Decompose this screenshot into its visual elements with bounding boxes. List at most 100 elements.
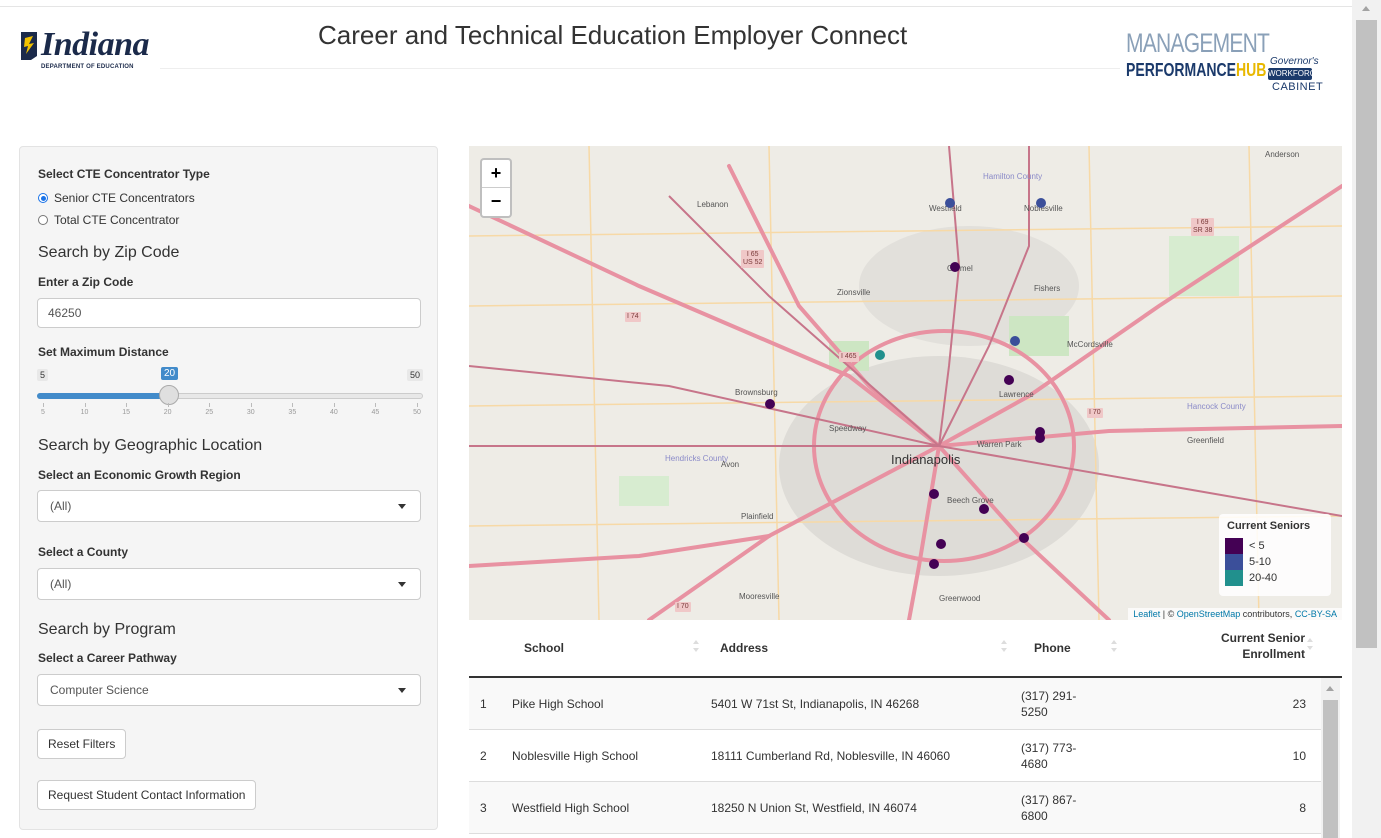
logo-performance-text: PERFORMANCEHUB bbox=[1126, 60, 1266, 81]
sort-icon[interactable] bbox=[1111, 640, 1117, 654]
table-row[interactable]: 3 Westfield High School 18250 N Union St… bbox=[469, 782, 1321, 834]
indiana-doe-logo: Indiana DEPARTMENT OF EDUCATION bbox=[15, 26, 155, 74]
legend-label: < 5 bbox=[1249, 540, 1265, 552]
region-select[interactable]: (All) bbox=[37, 490, 421, 522]
school-marker[interactable] bbox=[1035, 433, 1045, 443]
slider-tick-label: 50 bbox=[413, 409, 421, 416]
legend-item: < 5 bbox=[1225, 538, 1265, 554]
map-zoom-control: + − bbox=[480, 158, 512, 218]
slider-tick bbox=[167, 403, 169, 407]
phone-line2: 5250 bbox=[1021, 705, 1048, 719]
school-marker[interactable] bbox=[950, 262, 960, 272]
school-address: 18250 N Union St, Westfield, IN 46074 bbox=[711, 801, 917, 815]
logo-name: Indiana bbox=[41, 26, 150, 63]
zoom-out-button[interactable]: − bbox=[482, 188, 510, 215]
zip-label: Enter a Zip Code bbox=[38, 275, 134, 289]
slider-handle[interactable] bbox=[159, 385, 179, 405]
title-divider bbox=[160, 68, 1120, 69]
request-contact-info-button[interactable]: Request Student Contact Information bbox=[37, 780, 257, 810]
attribution-separator: | © bbox=[1160, 609, 1177, 619]
page-title: Career and Technical Education Employer … bbox=[318, 20, 908, 50]
logo-subtitle: DEPARTMENT OF EDUCATION bbox=[41, 64, 134, 70]
school-marker[interactable] bbox=[929, 489, 939, 499]
zip-code-input[interactable]: 46250 bbox=[37, 298, 421, 328]
sort-icon[interactable] bbox=[1001, 640, 1007, 654]
slider-tick bbox=[209, 403, 211, 407]
pathway-label: Select a Career Pathway bbox=[38, 651, 177, 665]
school-phone: (317) 773- 4680 bbox=[1021, 740, 1076, 772]
max-distance-slider[interactable]: 5 50 20 5 10 15 20 25 30 35 40 45 50 bbox=[37, 367, 423, 427]
radio-selected-icon[interactable] bbox=[38, 193, 48, 203]
legend-label: 5-10 bbox=[1249, 556, 1272, 568]
cc-by-sa-link[interactable]: CC-BY-SA bbox=[1295, 609, 1337, 619]
sort-icon[interactable] bbox=[693, 640, 699, 654]
senior-enrollment: 8 bbox=[1299, 801, 1306, 815]
school-marker[interactable] bbox=[1036, 198, 1046, 208]
county-select[interactable]: (All) bbox=[37, 568, 421, 600]
map-legend: Current Seniors < 5 5-10 20-40 bbox=[1219, 514, 1331, 596]
senior-enrollment: 10 bbox=[1292, 749, 1306, 763]
sort-icon[interactable] bbox=[1307, 638, 1313, 652]
geo-section-heading: Search by Geographic Location bbox=[38, 437, 263, 454]
slider-min-label: 5 bbox=[37, 369, 49, 381]
table-scrollbar-thumb[interactable] bbox=[1323, 700, 1338, 838]
region-label: Select an Economic Growth Region bbox=[38, 468, 241, 482]
career-pathway-select[interactable]: Computer Science bbox=[37, 674, 421, 706]
table-row[interactable]: 1 Pike High School 5401 W 71st St, India… bbox=[469, 678, 1321, 730]
chevron-down-icon[interactable] bbox=[398, 504, 406, 509]
legend-item: 5-10 bbox=[1225, 554, 1271, 570]
schools-table: School Address Phone Current Senior Enro… bbox=[469, 620, 1342, 838]
slider-tick-label: 15 bbox=[122, 409, 131, 416]
radio-senior-label: Senior CTE Concentrators bbox=[54, 191, 195, 205]
pathway-select-value: Computer Science bbox=[50, 683, 149, 697]
legend-swatch bbox=[1225, 570, 1243, 586]
legend-swatch bbox=[1225, 554, 1243, 570]
slider-fill bbox=[37, 393, 171, 399]
school-address: 18111 Cumberland Rd, Noblesville, IN 460… bbox=[711, 749, 951, 763]
school-markers[interactable] bbox=[469, 146, 1342, 620]
column-header-enrollment[interactable]: Current Senior Enrollment bbox=[1221, 630, 1305, 662]
leaflet-link[interactable]: Leaflet bbox=[1133, 609, 1160, 619]
logo-hub-word: HUB bbox=[1235, 60, 1267, 80]
chevron-down-icon[interactable] bbox=[398, 582, 406, 587]
page-scrollbar-thumb[interactable] bbox=[1356, 20, 1377, 648]
zip-section-heading: Search by Zip Code bbox=[38, 244, 180, 261]
chevron-down-icon[interactable] bbox=[398, 688, 406, 693]
school-marker[interactable] bbox=[765, 399, 775, 409]
table-scrollbar[interactable] bbox=[1321, 678, 1340, 838]
slider-tick-label: 30 bbox=[246, 409, 255, 416]
column-header-phone[interactable]: Phone bbox=[1034, 641, 1071, 655]
reset-filters-button[interactable]: Reset Filters bbox=[37, 729, 127, 759]
scroll-up-icon[interactable] bbox=[1326, 686, 1334, 691]
row-index: 2 bbox=[480, 749, 487, 763]
schools-map[interactable]: Anderson Hamilton County Westfield Noble… bbox=[469, 146, 1342, 620]
school-marker[interactable] bbox=[1004, 375, 1014, 385]
county-label: Select a County bbox=[38, 545, 129, 559]
senior-enrollment: 23 bbox=[1292, 697, 1306, 711]
logo-performance-word: PERFORMANCE bbox=[1126, 60, 1236, 80]
table-row[interactable]: 2 Noblesville High School 18111 Cumberla… bbox=[469, 730, 1321, 782]
page-scrollbar[interactable] bbox=[1352, 0, 1381, 838]
school-marker[interactable] bbox=[936, 539, 946, 549]
slider-tick-label: 25 bbox=[205, 409, 214, 416]
column-header-school[interactable]: School bbox=[524, 641, 564, 655]
slider-tick-label: 10 bbox=[80, 409, 89, 416]
school-marker[interactable] bbox=[875, 350, 885, 360]
osm-link[interactable]: OpenStreetMap bbox=[1177, 609, 1241, 619]
school-marker[interactable] bbox=[979, 504, 989, 514]
map-attribution: Leaflet | © OpenStreetMap contributors, … bbox=[1128, 608, 1342, 620]
management-performance-hub-logo: MANAGEMENT PERFORMANCEHUB Governor's WOR… bbox=[1124, 26, 1344, 96]
school-marker[interactable] bbox=[929, 559, 939, 569]
column-header-address[interactable]: Address bbox=[720, 641, 768, 655]
school-marker[interactable] bbox=[1019, 533, 1029, 543]
zoom-in-button[interactable]: + bbox=[482, 160, 510, 188]
concentrator-type-label: Select CTE Concentrator Type bbox=[38, 167, 210, 181]
radio-senior-concentrators[interactable]: Senior CTE Concentrators bbox=[38, 191, 195, 205]
slider-tick bbox=[84, 403, 86, 407]
radio-total-concentrator[interactable]: Total CTE Concentrator bbox=[38, 213, 179, 227]
school-marker[interactable] bbox=[945, 198, 955, 208]
school-marker[interactable] bbox=[1010, 336, 1020, 346]
scroll-up-icon[interactable] bbox=[1362, 6, 1370, 11]
radio-unselected-icon[interactable] bbox=[38, 215, 48, 225]
school-phone: (317) 867- 6800 bbox=[1021, 792, 1076, 824]
